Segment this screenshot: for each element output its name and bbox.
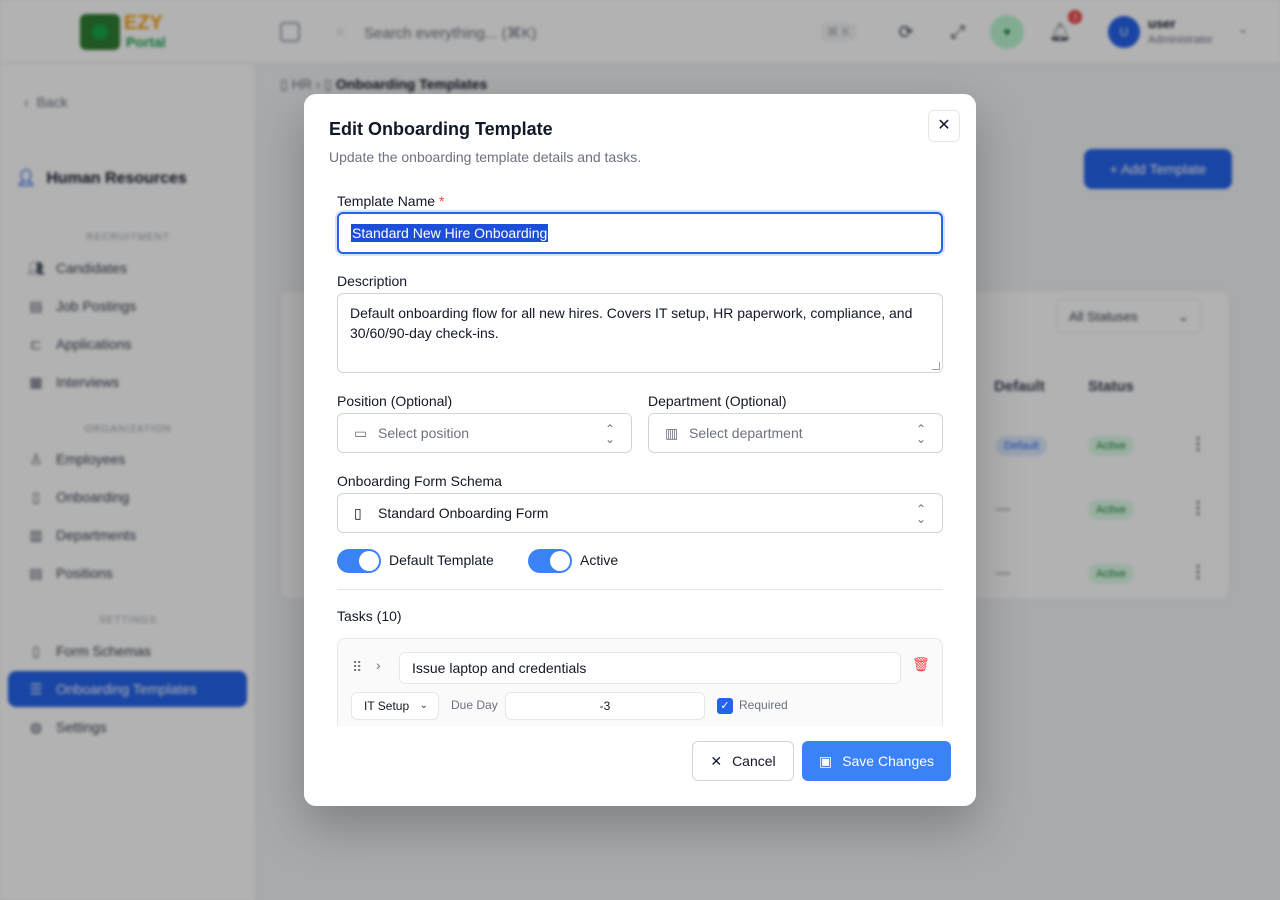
department-label: Department (Optional): [648, 393, 787, 409]
chevron-down-icon: ⌄: [419, 700, 428, 711]
description-label: Description: [337, 273, 408, 289]
description-value: Default onboarding flow for all new hire…: [350, 305, 913, 341]
close-icon[interactable]: ✕: [928, 110, 960, 142]
default-template-label: Default Template: [389, 552, 494, 568]
active-toggle[interactable]: [528, 549, 572, 573]
chevron-up-down-icon: ⌃ ⌄: [915, 502, 926, 526]
cancel-label: Cancel: [732, 753, 776, 769]
task-category-select[interactable]: IT Setup ⌄: [351, 692, 439, 720]
tasks-heading: Tasks (10): [337, 608, 402, 624]
briefcase-icon: ▭: [354, 425, 368, 441]
save-label: Save Changes: [842, 753, 935, 769]
required-mark: *: [438, 193, 445, 209]
template-name-label-text: Template Name: [337, 193, 436, 209]
default-template-toggle[interactable]: [337, 549, 381, 573]
active-label: Active: [580, 552, 619, 568]
building-icon: ▥: [665, 425, 679, 441]
chevron-up-down-icon: ⌃ ⌄: [915, 422, 926, 446]
close-icon: ✕: [710, 753, 723, 769]
position-placeholder: Select position: [378, 425, 470, 441]
required-label: Required: [739, 698, 788, 712]
position-label: Position (Optional): [337, 393, 453, 409]
save-icon: ▣: [818, 753, 833, 769]
due-day-input[interactable]: -3: [505, 692, 705, 720]
edit-template-dialog: Edit Onboarding Template Update the onbo…: [304, 94, 976, 806]
trash-icon[interactable]: 🗑︎: [912, 656, 930, 673]
cancel-button[interactable]: ✕ Cancel: [692, 741, 794, 781]
form-schema-select[interactable]: ▯ Standard Onboarding Form ⌃ ⌄: [337, 493, 943, 533]
template-name-input[interactable]: Standard New Hire Onboarding: [337, 212, 943, 254]
chevron-right-icon[interactable]: ›: [376, 657, 381, 673]
position-select[interactable]: ▭ Select position ⌃ ⌄: [337, 413, 632, 453]
template-name-label: Template Name *: [337, 193, 444, 209]
form-schema-label: Onboarding Form Schema: [337, 473, 502, 489]
drag-handle-icon[interactable]: ⠿: [352, 659, 362, 676]
required-checkbox[interactable]: ✓: [717, 698, 733, 714]
save-changes-button[interactable]: ▣ Save Changes: [802, 741, 951, 781]
task-category-value: IT Setup: [364, 699, 410, 713]
chevron-up-down-icon: ⌃ ⌄: [604, 422, 615, 446]
department-select[interactable]: ▥ Select department ⌃ ⌄: [648, 413, 943, 453]
dialog-subtitle: Update the onboarding template details a…: [329, 149, 642, 165]
department-placeholder: Select department: [689, 425, 803, 441]
document-icon: ▯: [354, 505, 362, 521]
due-day-label: Due Day: [451, 698, 498, 712]
template-name-value: Standard New Hire Onboarding: [351, 224, 549, 242]
section-divider: [337, 589, 943, 590]
form-schema-value: Standard Onboarding Form: [378, 505, 549, 521]
task-name-input[interactable]: Issue laptop and credentials: [399, 652, 901, 684]
resize-handle-icon[interactable]: [932, 362, 940, 370]
task-item: ⠿ › Issue laptop and credentials 🗑︎ IT S…: [337, 638, 943, 726]
dialog-title: Edit Onboarding Template: [329, 119, 553, 139]
description-textarea[interactable]: Default onboarding flow for all new hire…: [337, 293, 943, 373]
